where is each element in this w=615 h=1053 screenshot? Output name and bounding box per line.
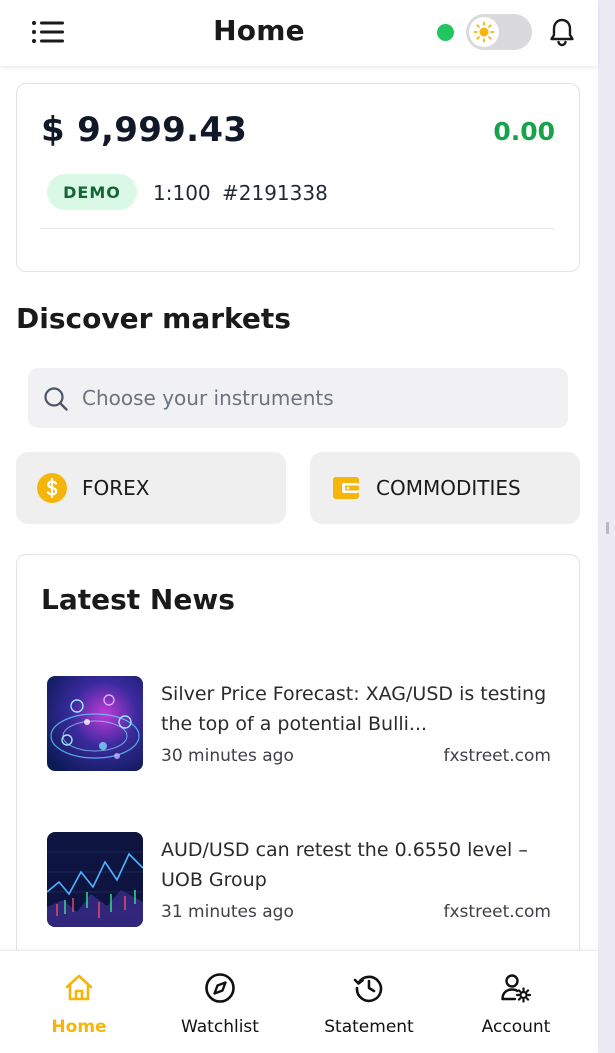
top-header: Home [0,0,598,66]
history-icon [353,975,383,1003]
wallet-icon [333,477,359,499]
profit-loss-value: 0.00 [493,117,555,146]
nav-watchlist[interactable]: Watchlist [150,951,290,1053]
news-timestamp: 31 minutes ago [161,902,294,922]
news-source: fxstreet.com [443,746,551,766]
app-screen: Home $ 9,999.43 0.00 DEMO 1:100 #2191338… [0,0,598,1053]
nav-account[interactable]: Account [446,951,586,1053]
connection-status-dot [437,24,454,41]
news-thumbnail [47,676,143,771]
bottom-navigation: Home Watchlist Statement Account [0,950,598,1053]
commodities-category-button[interactable]: COMMODITIES [310,452,580,524]
news-thumbnail [47,832,143,927]
forex-label: FOREX [82,476,150,500]
search-input[interactable] [82,368,552,428]
nav-watchlist-label: Watchlist [181,1017,259,1037]
nav-home-label: Home [51,1017,107,1037]
news-item[interactable]: AUD/USD can retest the 0.6550 level – UO… [47,831,551,927]
card-divider [41,228,555,229]
leverage-value: 1:100 [153,181,211,205]
theme-toggle[interactable] [466,14,532,50]
discover-markets-heading: Discover markets [16,302,291,335]
home-icon [65,974,93,1001]
nav-statement[interactable]: Statement [299,951,439,1053]
account-balance: $ 9,999.43 [41,110,248,150]
dollar-coin-icon [37,473,67,503]
nav-statement-label: Statement [324,1017,414,1037]
instrument-search[interactable] [28,368,568,428]
news-timestamp: 30 minutes ago [161,746,294,766]
latest-news-card: Latest News Silver Price Forecast: XAG/U… [16,554,580,974]
scrollbar-thumb[interactable] [606,522,609,534]
latest-news-heading: Latest News [41,583,235,616]
news-headline: AUD/USD can retest the 0.6550 level – UO… [161,839,528,891]
search-icon [44,387,68,411]
bell-icon [550,18,574,47]
sun-icon [473,21,495,43]
account-balance-card: $ 9,999.43 0.00 DEMO 1:100 #2191338 [16,83,580,272]
notifications-button[interactable] [546,16,578,48]
account-number: #2191338 [222,181,328,205]
news-source: fxstreet.com [443,902,551,922]
theme-toggle-knob [469,17,499,47]
user-settings-icon [501,974,532,1003]
news-headline: Silver Price Forecast: XAG/USD is testin… [161,683,547,735]
account-mode-badge: DEMO [47,174,137,210]
forex-category-button[interactable]: FOREX [16,452,286,524]
nav-account-label: Account [481,1017,551,1037]
compass-icon [205,973,235,1003]
nav-home[interactable]: Home [9,951,149,1053]
news-item[interactable]: Silver Price Forecast: XAG/USD is testin… [47,675,551,771]
commodities-label: COMMODITIES [376,476,521,500]
